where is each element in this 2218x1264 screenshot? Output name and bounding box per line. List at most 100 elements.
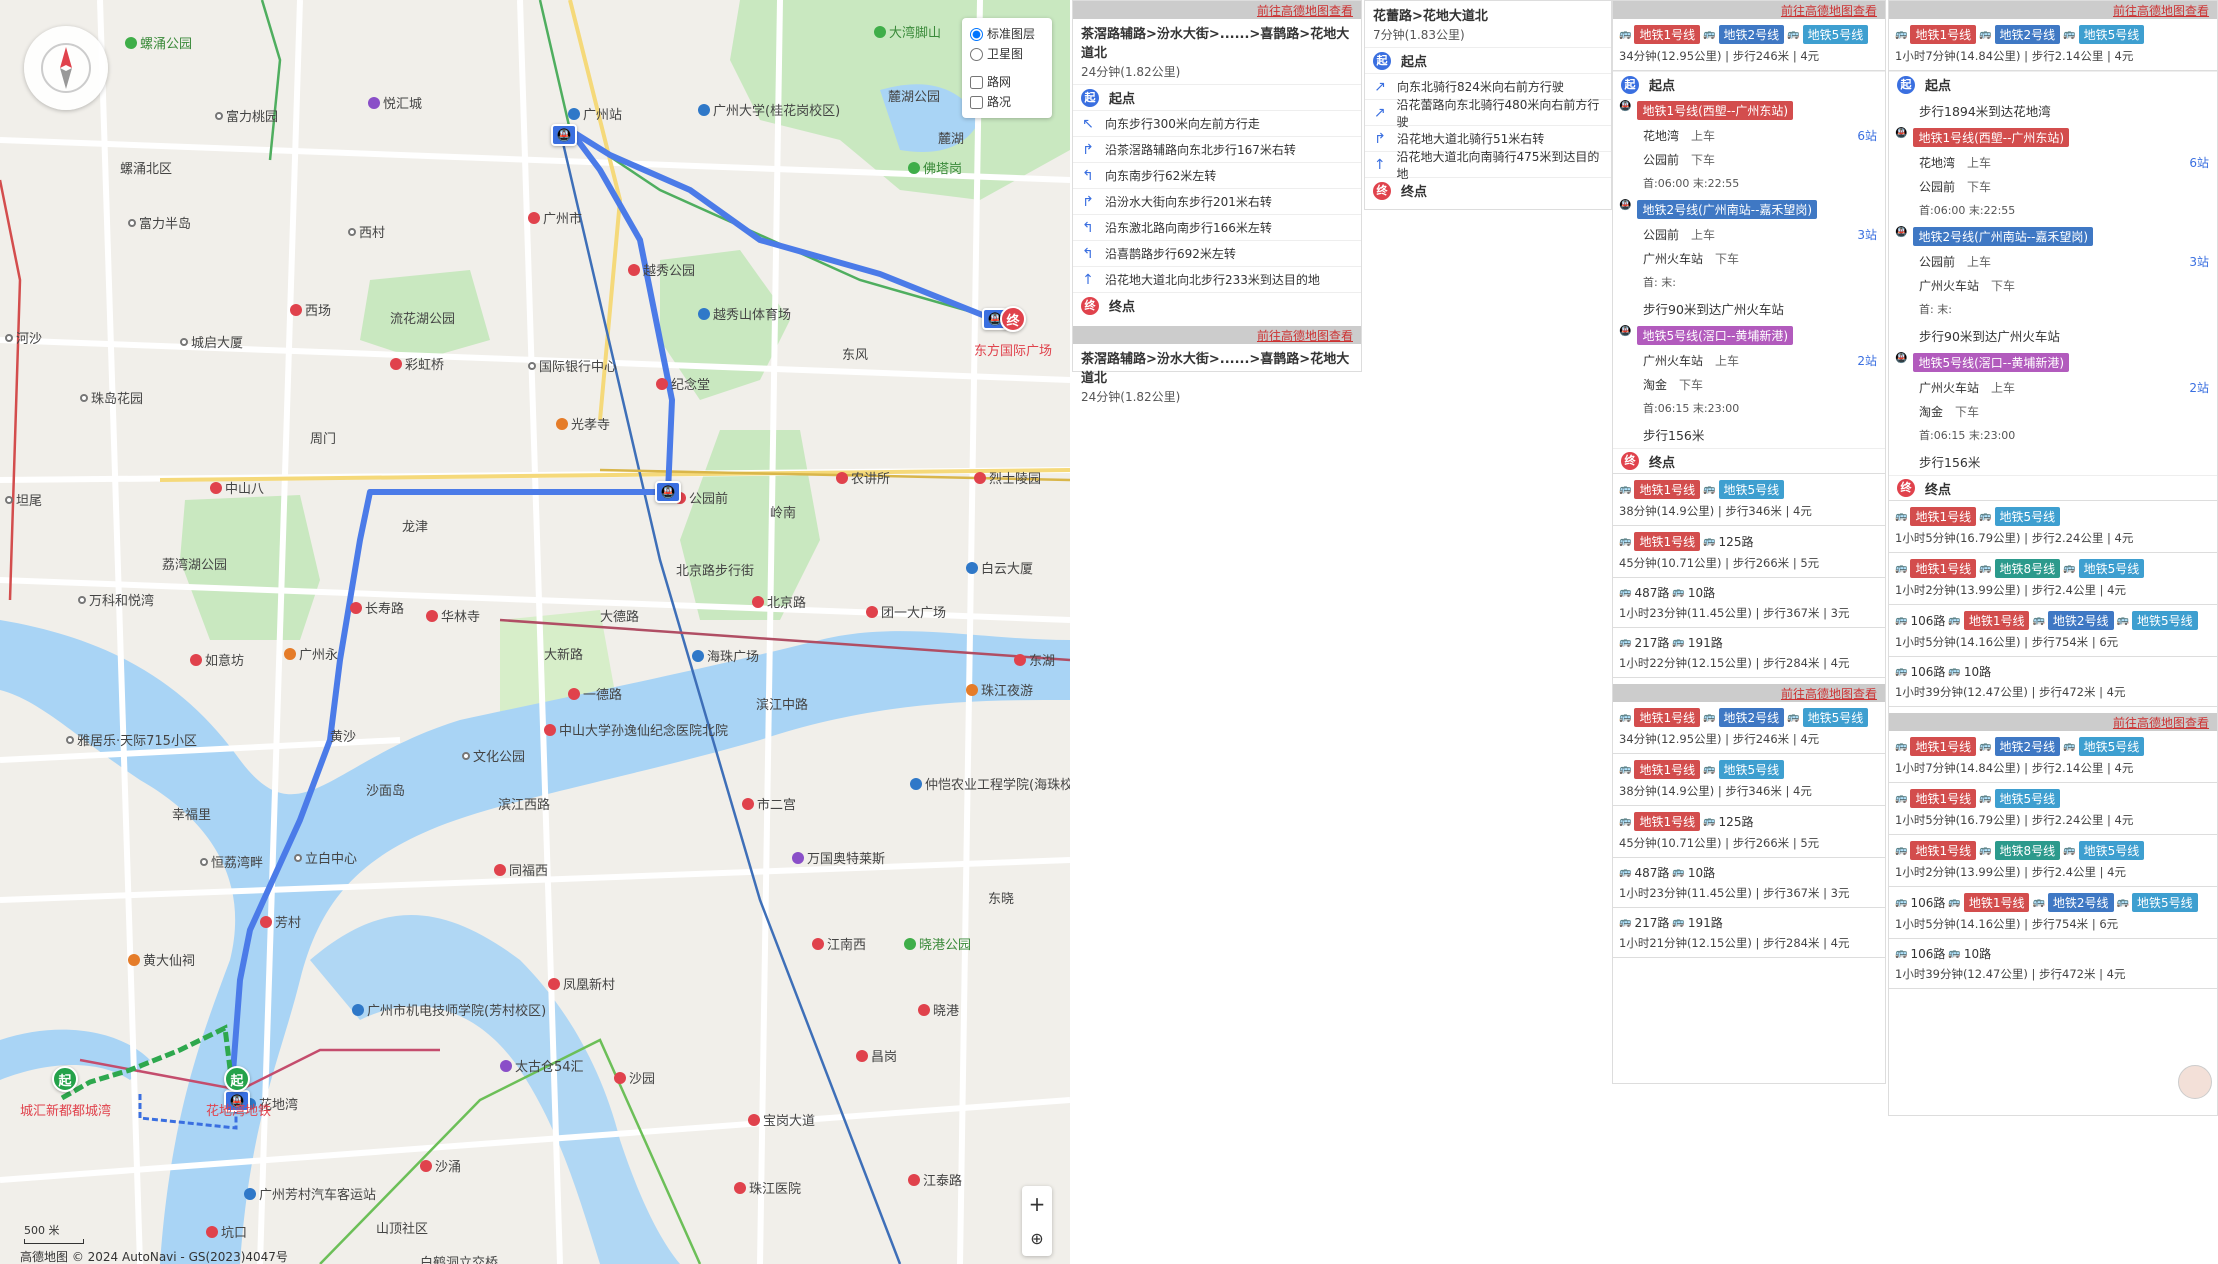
map-poi[interactable]: 广州大学(桂花岗校区) xyxy=(698,100,840,119)
end-marker[interactable]: 终 xyxy=(1000,306,1026,332)
transit-segment[interactable]: 🚇 地铁2号线(广州南站--嘉禾望岗) 公园前 上车 3站 广州火车站 下车 首: 末: xyxy=(1613,196,1885,295)
walk-step[interactable]: ↖ 向东步行300米向左前方行走 xyxy=(1073,110,1361,136)
walk-step[interactable]: ↰ 向东南步行62米左转 xyxy=(1073,162,1361,188)
walk-step[interactable]: ↱ 沿茶滘路辅路向东北步行167米右转 xyxy=(1073,136,1361,162)
route-option[interactable]: 🚌 487路 🚌 10路 1小时23分钟(11.45公里) | 步行367米 | 3元 xyxy=(1613,858,1885,908)
map-poi[interactable]: 黄沙 xyxy=(330,726,356,745)
route-option[interactable]: 🚌 地铁1号线 🚌 地铁5号线 38分钟(14.9公里) | 步行346米 | 4元 xyxy=(1613,474,1885,526)
map-poi[interactable]: 东风 xyxy=(842,344,868,363)
compass-control[interactable] xyxy=(24,26,108,110)
map-poi[interactable]: 佛塔岗 xyxy=(908,158,962,177)
station-gongyuanqian-icon[interactable]: 🚇 xyxy=(655,481,681,503)
map-poi[interactable]: 珠岛花园 xyxy=(80,388,143,407)
map-poi[interactable]: 大德路 xyxy=(600,606,639,625)
map-poi[interactable]: 江泰路 xyxy=(908,1170,962,1189)
map-poi[interactable]: 麓湖 xyxy=(938,128,964,147)
map-poi[interactable]: 螺涌公园 xyxy=(125,33,192,52)
transit-segment[interactable]: 🚇 地铁1号线(西塱--广州东站) 花地湾 上车 6站 公园前 下车 首:06:00 末:22… xyxy=(1613,97,1885,196)
map-poi[interactable]: 一德路 xyxy=(568,684,622,703)
open-in-amap-link[interactable]: 前往高德地图查看 xyxy=(1613,1,1885,19)
map-poi[interactable]: 雅居乐·天际715小区 xyxy=(66,730,197,749)
map-poi[interactable]: 江南西 xyxy=(812,934,866,953)
map-poi[interactable]: 晓港公园 xyxy=(904,934,971,953)
map-poi[interactable]: 凤凰新村 xyxy=(548,974,615,993)
map-poi[interactable]: 中山大学孙逸仙纪念医院北院 xyxy=(544,720,728,739)
map-poi[interactable]: 坦尾 xyxy=(5,490,42,509)
map-poi[interactable]: 河沙 xyxy=(5,328,42,347)
transit-segment[interactable]: 🚇 地铁5号线(滘口--黄埔新港) 广州火车站 上车 2站 淘金 下车 首:06:15 末:2… xyxy=(1889,349,2217,448)
map-poi[interactable]: 万科和悦湾 xyxy=(78,590,154,609)
map-poi[interactable]: 东晓 xyxy=(988,888,1014,907)
map-poi[interactable]: 恒荔湾畔 xyxy=(200,852,263,871)
map-poi[interactable]: 富力半岛 xyxy=(128,213,191,232)
route-option[interactable]: 🚌 487路 🚌 10路 1小时23分钟(11.45公里) | 步行367米 | 3元 xyxy=(1613,578,1885,628)
assistant-avatar-icon[interactable] xyxy=(2178,1065,2212,1099)
map-poi[interactable]: 立白中心 xyxy=(294,848,357,867)
map-poi[interactable]: 越秀山体育场 xyxy=(698,304,791,323)
route-option[interactable]: 🚌 106路 🚌 地铁1号线 🚌 地铁2号线 🚌 地铁5号线 1小时5分钟(14.16公里) |… xyxy=(1889,605,2217,657)
map-poi[interactable]: 北京路 xyxy=(752,592,806,611)
map-poi[interactable]: 海珠广场 xyxy=(692,646,759,665)
map-poi[interactable]: 芳村 xyxy=(260,912,301,931)
map-view[interactable]: 螺涌公园 富力桃园 悦汇城 螺涌北区 富力半岛 西村 广州站 广州大学(桂花岗校区) 大湾脚山麓… xyxy=(0,0,1070,1264)
map-poi[interactable]: 晓港 xyxy=(918,1000,959,1019)
route-option[interactable]: 🚌 地铁1号线 🚌 地铁5号线 38分钟(14.9公里) | 步行346米 | 4元 xyxy=(1613,754,1885,806)
map-poi[interactable]: 中山八 xyxy=(210,478,264,497)
map-poi[interactable]: 沙涌 xyxy=(420,1156,461,1175)
route-option[interactable]: 🚌 地铁1号线 🚌 地铁8号线 🚌 地铁5号线 1小时2分钟(13.99公里) | 步行2.… xyxy=(1889,553,2217,605)
open-in-amap-link-2[interactable]: 前往高德地图查看 xyxy=(1073,326,1361,344)
bike-step[interactable]: ↗ 沿花蕾路向东北骑行480米向右前方行驶 xyxy=(1365,98,1611,129)
map-poi[interactable]: 周门 xyxy=(310,428,336,447)
map-poi[interactable]: 滨江西路 xyxy=(498,794,550,813)
route-option[interactable]: 🚌 106路 🚌 10路 1小时39分钟(12.47公里) | 步行472米 | 4元 xyxy=(1889,657,2217,707)
map-poi[interactable]: 珠江医院 xyxy=(734,1178,801,1197)
walk-step[interactable]: ↰ 沿东激北路向南步行166米左转 xyxy=(1073,214,1361,240)
map-poi[interactable]: 岭南 xyxy=(770,502,796,521)
map-poi[interactable]: 广州芳村汽车客运站 xyxy=(244,1184,376,1203)
map-poi[interactable]: 沙园 xyxy=(614,1068,655,1087)
open-in-amap-link-2[interactable]: 前往高德地图查看 xyxy=(1613,684,1885,702)
map-poi[interactable]: 西场 xyxy=(290,300,331,319)
route-option[interactable]: 🚌 106路 🚌 10路 1小时39分钟(12.47公里) | 步行472米 | 4元 xyxy=(1889,939,2217,989)
map-poi[interactable]: 龙津 xyxy=(402,516,428,535)
open-in-amap-link[interactable]: 前往高德地图查看 xyxy=(1073,1,1361,19)
stop-count-dropdown[interactable]: 3站 xyxy=(2189,250,2209,274)
map-poi[interactable]: 白鹤洞立交桥 xyxy=(420,1252,498,1264)
station-guangzhou-icon[interactable]: 🚇 xyxy=(551,124,577,146)
map-poi[interactable]: 昌岗 xyxy=(856,1046,897,1065)
map-poi[interactable]: 文化公园 xyxy=(462,746,525,765)
transit-segment[interactable]: 🚇 地铁2号线(广州南站--嘉禾望岗) 公园前 上车 3站 广州火车站 下车 首: 末: xyxy=(1889,223,2217,322)
layer-traffic-checkbox[interactable]: 路况 xyxy=(970,92,1044,112)
stop-count-dropdown[interactable]: 3站 xyxy=(1857,223,1877,247)
map-poi[interactable]: 团一大广场 xyxy=(866,602,946,621)
stop-count-dropdown[interactable]: 6站 xyxy=(1857,124,1877,148)
map-poi[interactable]: 如意坊 xyxy=(190,650,244,669)
map-poi[interactable]: 北京路步行街 xyxy=(676,560,754,579)
route-option[interactable]: 🚌 地铁1号线 🚌 地铁5号线 1小时5分钟(16.79公里) | 步行2.24公里 |… xyxy=(1889,783,2217,835)
map-poi[interactable]: 纪念堂 xyxy=(656,374,710,393)
route-option[interactable]: 🚌 地铁1号线 🚌 125路 45分钟(10.71公里) | 步行266米 | 5元 xyxy=(1613,526,1885,578)
map-poi[interactable]: 白云大厦 xyxy=(966,558,1033,577)
walk-step[interactable]: ↱ 沿汾水大街向东步行201米右转 xyxy=(1073,188,1361,214)
map-poi[interactable]: 华林寺 xyxy=(426,606,480,625)
map-poi[interactable]: 珠江夜游 xyxy=(966,680,1033,699)
map-poi[interactable]: 幸福里 xyxy=(172,804,211,823)
map-poi[interactable]: 山顶社区 xyxy=(376,1218,428,1237)
stop-count-dropdown[interactable]: 6站 xyxy=(2189,151,2209,175)
zoom-control[interactable]: + ⊕ xyxy=(1022,1186,1052,1256)
map-poi[interactable]: 同福西 xyxy=(494,860,548,879)
route-option[interactable]: 🚌 地铁1号线 🚌 125路 45分钟(10.71公里) | 步行266米 | 5元 xyxy=(1613,806,1885,858)
open-in-amap-link-2[interactable]: 前往高德地图查看 xyxy=(1889,713,2217,731)
bike-step[interactable]: ↑ 沿花地大道北向南骑行475米到达目的地 xyxy=(1365,150,1611,181)
route-option[interactable]: 🚌 地铁1号线 🚌 地铁5号线 1小时5分钟(16.79公里) | 步行2.24公里 |… xyxy=(1889,501,2217,553)
stop-count-dropdown[interactable]: 2站 xyxy=(2189,376,2209,400)
walk-step[interactable]: ↑ 沿花地大道北向北步行233米到达目的地 xyxy=(1073,266,1361,292)
layer-standard-option[interactable]: 标准图层 xyxy=(970,24,1044,44)
map-poi[interactable]: 市二宫 xyxy=(742,794,796,813)
map-poi[interactable]: 大湾脚山 xyxy=(874,22,941,41)
start-marker[interactable]: 起 xyxy=(52,1066,78,1092)
map-poi[interactable]: 黄大仙祠 xyxy=(128,950,195,969)
layer-satellite-option[interactable]: 卫星图 xyxy=(970,44,1044,64)
locate-button[interactable]: ⊕ xyxy=(1022,1221,1052,1256)
walk-step[interactable]: ↰ 沿喜鹊路步行692米左转 xyxy=(1073,240,1361,266)
